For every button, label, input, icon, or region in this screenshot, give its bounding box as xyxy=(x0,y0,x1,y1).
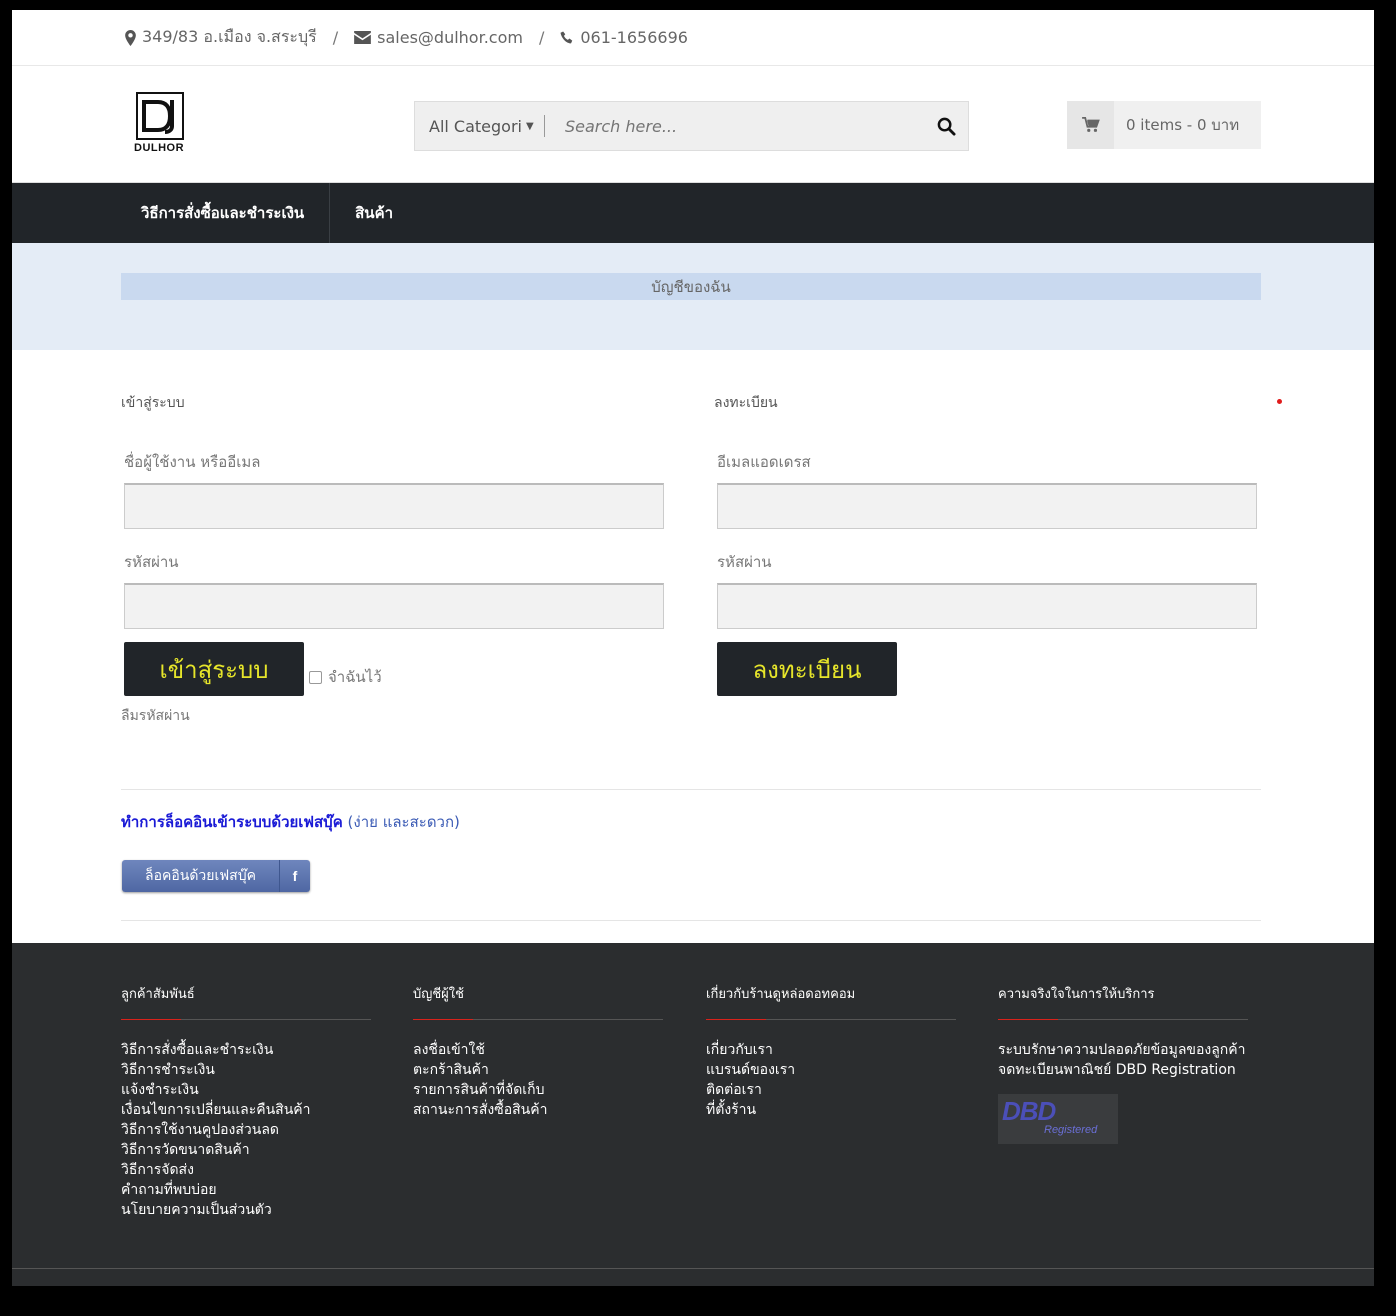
cart-summary: 0 items - 0 บาท xyxy=(1114,101,1261,149)
footer-divider xyxy=(12,1268,1374,1269)
footer-links: ระบบรักษาความปลอดภัยข้อมูลของลูกค้า จดทะ… xyxy=(998,1040,1248,1080)
footer-link[interactable]: วิธีการสั่งซื้อและชำระเงิน xyxy=(121,1040,371,1060)
phone-icon xyxy=(560,30,573,43)
login-password-field[interactable] xyxy=(124,583,664,629)
login-heading: เข้าสู่ระบบ xyxy=(121,395,185,411)
dbd-logo-text: DBD xyxy=(1002,1096,1056,1126)
footer-link[interactable]: จดทะเบียนพาณิชย์ DBD Registration xyxy=(998,1060,1248,1080)
username-label: ชื่อผู้ใช้งาน หรืออีเมล xyxy=(124,453,261,471)
page-title: บัญชีของฉัน xyxy=(121,273,1261,300)
footer-links: ลงชื่อเข้าใช้ ตะกร้าสินค้า รายการสินค้าท… xyxy=(413,1040,663,1120)
divider xyxy=(121,920,1261,921)
logo-mark xyxy=(136,92,184,140)
forgot-password-link[interactable]: ลืมรหัสผ่าน xyxy=(121,705,190,727)
footer-heading: เกี่ยวกับร้านดูหล่อดอทคอม xyxy=(706,983,956,1020)
footer-link[interactable]: ติดต่อเรา xyxy=(706,1080,956,1100)
nav-item-products[interactable]: สินค้า xyxy=(330,183,418,243)
main-nav: วิธีการสั่งซื้อและชำระเงิน สินค้า xyxy=(12,183,1374,243)
envelope-icon xyxy=(354,31,372,44)
page: 349/83 อ.เมือง จ.สระบุรี / sales@dulhor.… xyxy=(12,10,1374,1286)
remember-label: จำฉันไว้ xyxy=(328,668,382,686)
logo-text: DULHOR xyxy=(134,142,185,154)
footer-link[interactable]: นโยบายความเป็นส่วนตัว xyxy=(121,1200,371,1220)
divider xyxy=(121,789,1261,790)
footer-heading: บัญชีผู้ใช้ xyxy=(413,983,663,1020)
required-marker xyxy=(1277,399,1282,404)
username-field[interactable] xyxy=(124,483,664,529)
register-email-field[interactable] xyxy=(717,483,1257,529)
facebook-button-label: ล็อคอินด้วยเฟสบุ๊ค xyxy=(145,868,256,884)
footer-link[interactable]: ที่ตั้งร้าน xyxy=(706,1100,956,1120)
login-button[interactable]: เข้าสู่ระบบ xyxy=(124,642,304,696)
email-label: อีเมลแอดเดรส xyxy=(717,453,811,471)
footer-link[interactable]: สถานะการสั่งซื้อสินค้า xyxy=(413,1100,663,1120)
footer-links: เกี่ยวกับเรา แบรนด์ของเรา ติดต่อเรา ที่ต… xyxy=(706,1040,956,1120)
footer-links: วิธีการสั่งซื้อและชำระเงิน วิธีการชำระเง… xyxy=(121,1040,371,1220)
address-item: 349/83 อ.เมือง จ.สระบุรี xyxy=(125,25,317,50)
header: DULHOR All Categori ▼ 0 items - 0 บาท xyxy=(12,66,1374,183)
search-input[interactable] xyxy=(545,115,924,137)
page-banner: บัญชีของฉัน xyxy=(12,243,1374,350)
register-button[interactable]: ลงทะเบียน xyxy=(717,642,897,696)
search-bar: All Categori ▼ xyxy=(414,101,969,151)
footer-link[interactable]: วิธีการชำระเงิน xyxy=(121,1060,371,1080)
caret-down-icon: ▼ xyxy=(525,120,534,132)
facebook-login-prompt: ทำการล็อคอินเข้าระบบด้วยเฟสบุ๊ค (ง่าย แล… xyxy=(121,810,460,834)
footer-link[interactable]: เงื่อนไขการเปลี่ยนและคืนสินค้า xyxy=(121,1100,371,1120)
category-label: All Categori xyxy=(429,116,522,136)
footer-col-about: เกี่ยวกับร้านดูหล่อดอทคอม เกี่ยวกับเรา แ… xyxy=(706,983,956,1120)
footer-col-account: บัญชีผู้ใช้ ลงชื่อเข้าใช้ ตะกร้าสินค้า ร… xyxy=(413,983,663,1120)
facebook-prompt-soft: (ง่าย และสะดวก) xyxy=(347,813,460,831)
footer-link[interactable]: ตะกร้าสินค้า xyxy=(413,1060,663,1080)
remember-checkbox[interactable] xyxy=(309,670,322,684)
footer-heading: ลูกค้าสัมพันธ์ xyxy=(121,983,371,1020)
phone-text[interactable]: 061-1656696 xyxy=(580,28,688,47)
shopping-cart-icon xyxy=(1081,117,1100,132)
dbd-registered-badge[interactable]: DBD Registered xyxy=(998,1094,1118,1144)
phone-item[interactable]: 061-1656696 xyxy=(560,28,688,47)
logo[interactable]: DULHOR xyxy=(134,92,190,154)
map-marker-icon xyxy=(125,29,136,46)
footer-link[interactable]: เกี่ยวกับเรา xyxy=(706,1040,956,1060)
facebook-prompt-strong: ทำการล็อคอินเข้าระบบด้วยเฟสบุ๊ค xyxy=(121,813,343,831)
register-heading: ลงทะเบียน xyxy=(714,395,778,411)
footer-col-customer-relations: ลูกค้าสัมพันธ์ วิธีการสั่งซื้อและชำระเงิ… xyxy=(121,983,371,1220)
footer-col-trust: ความจริงใจในการให้บริการ ระบบรักษาความปล… xyxy=(998,983,1248,1144)
footer-link[interactable]: ระบบรักษาความปลอดภัยข้อมูลของลูกค้า xyxy=(998,1040,1248,1060)
footer-link[interactable]: แบรนด์ของเรา xyxy=(706,1060,956,1080)
footer-link[interactable]: ลงชื่อเข้าใช้ xyxy=(413,1040,663,1060)
remember-me[interactable]: จำฉันไว้ xyxy=(309,665,382,689)
footer-heading: ความจริงใจในการให้บริการ xyxy=(998,983,1248,1020)
footer-link[interactable]: แจ้งชำระเงิน xyxy=(121,1080,371,1100)
register-password-field[interactable] xyxy=(717,583,1257,629)
separator: / xyxy=(332,28,339,47)
email-item[interactable]: sales@dulhor.com xyxy=(354,28,523,47)
cart-widget[interactable]: 0 items - 0 บาท xyxy=(1067,101,1261,149)
top-contact-bar: 349/83 อ.เมือง จ.สระบุรี / sales@dulhor.… xyxy=(12,10,1374,66)
dbd-registered-text: Registered xyxy=(1044,1124,1098,1136)
address-text: 349/83 อ.เมือง จ.สระบุรี xyxy=(142,27,317,46)
footer-link[interactable]: วิธีการจัดส่ง xyxy=(121,1160,371,1180)
search-icon xyxy=(937,117,956,136)
separator: / xyxy=(538,28,545,47)
facebook-icon: f xyxy=(279,860,310,892)
footer-link[interactable]: วิธีการใช้งานคูปองส่วนลด xyxy=(121,1120,371,1140)
category-dropdown[interactable]: All Categori ▼ xyxy=(415,115,545,137)
footer-link[interactable]: วิธีการวัดขนาดสินค้า xyxy=(121,1140,371,1160)
footer-link[interactable]: รายการสินค้าที่จัดเก็บ xyxy=(413,1080,663,1100)
register-password-label: รหัสผ่าน xyxy=(717,553,772,571)
cart-icon-box xyxy=(1067,101,1114,149)
account-content: เข้าสู่ระบบ ชื่อผู้ใช้งาน หรืออีเมล รหัส… xyxy=(12,350,1374,942)
footer-link[interactable]: คำถามที่พบบ่อย xyxy=(121,1180,371,1200)
facebook-login-button[interactable]: ล็อคอินด้วยเฟสบุ๊ค f xyxy=(122,860,310,892)
login-password-label: รหัสผ่าน xyxy=(124,553,179,571)
nav-item-order-payment[interactable]: วิธีการสั่งซื้อและชำระเงิน xyxy=(116,183,331,243)
search-button[interactable] xyxy=(924,117,968,136)
footer: ลูกค้าสัมพันธ์ วิธีการสั่งซื้อและชำระเงิ… xyxy=(12,943,1374,1286)
email-text[interactable]: sales@dulhor.com xyxy=(377,28,523,47)
